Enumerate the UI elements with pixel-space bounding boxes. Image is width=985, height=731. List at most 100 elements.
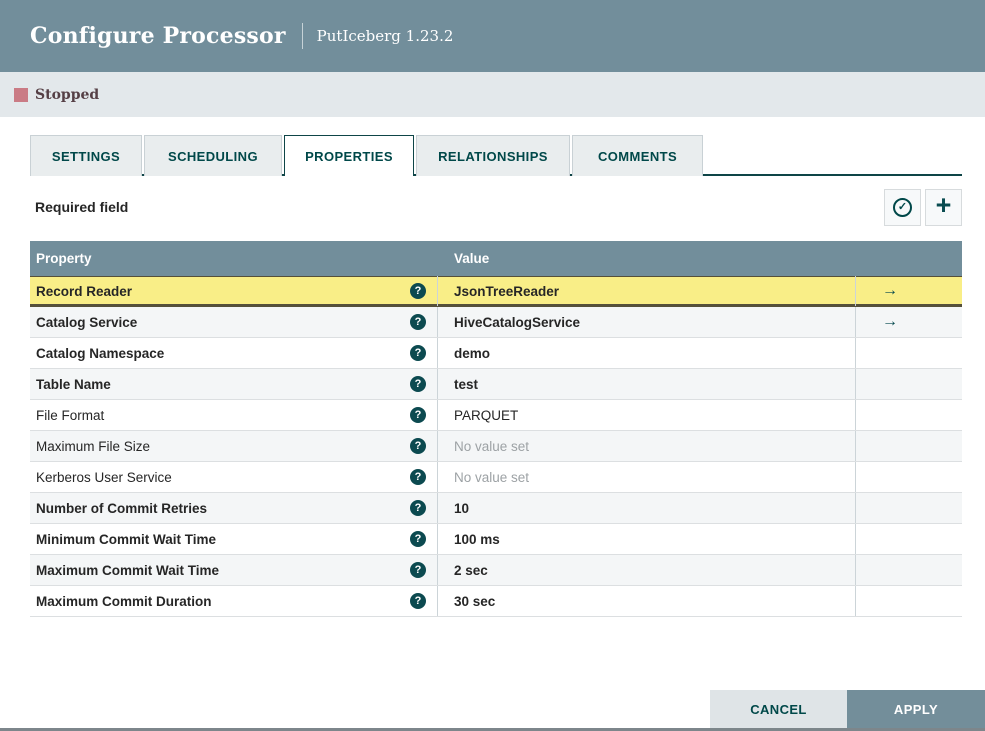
property-value: 10 — [454, 500, 470, 516]
actions-cell: → — [856, 307, 962, 337]
table-row[interactable]: File Format? PARQUET — [30, 400, 962, 431]
property-cell: Catalog Service? — [30, 307, 438, 337]
property-value: 30 sec — [454, 593, 496, 609]
actions-cell — [856, 586, 962, 616]
actions-cell — [856, 400, 962, 430]
property-name: Table Name — [36, 376, 111, 392]
status-bar: Stopped — [0, 72, 985, 117]
value-cell[interactable]: 30 sec — [438, 586, 856, 616]
property-value: PARQUET — [454, 407, 519, 423]
verify-properties-button[interactable]: ✓ — [884, 188, 921, 226]
value-cell[interactable]: PARQUET — [438, 400, 856, 430]
properties-table-body: Record Reader? JsonTreeReader → Catalog Ser… — [30, 276, 962, 617]
configure-processor-dialog: Configure Processor PutIceberg 1.23.2 St… — [0, 0, 985, 731]
table-row[interactable]: Catalog Namespace? demo — [30, 338, 962, 369]
help-icon[interactable]: ? — [410, 562, 426, 578]
actions-cell — [856, 493, 962, 523]
help-icon[interactable]: ? — [410, 593, 426, 609]
value-cell[interactable]: demo — [438, 338, 856, 368]
table-row[interactable]: Maximum Commit Wait Time? 2 sec — [30, 555, 962, 586]
help-icon[interactable]: ? — [410, 407, 426, 423]
actions-cell — [856, 462, 962, 492]
plus-icon: + — [935, 190, 952, 220]
property-cell: Number of Commit Retries? — [30, 493, 438, 523]
title-divider — [301, 23, 303, 49]
column-header-property: Property — [36, 251, 92, 266]
help-icon[interactable]: ? — [410, 283, 426, 299]
property-name: Minimum Commit Wait Time — [36, 531, 217, 547]
table-row[interactable]: Record Reader? JsonTreeReader → — [30, 276, 962, 307]
table-row[interactable]: Minimum Commit Wait Time? 100 ms — [30, 524, 962, 555]
tab-settings[interactable]: SETTINGS — [30, 135, 142, 176]
property-cell: File Format? — [30, 400, 438, 430]
goto-service-icon[interactable]: → — [882, 314, 898, 330]
property-cell: Record Reader? — [30, 276, 438, 306]
value-cell[interactable]: 100 ms — [438, 524, 856, 554]
help-icon[interactable]: ? — [410, 314, 426, 330]
help-icon[interactable]: ? — [410, 438, 426, 454]
property-cell: Maximum Commit Duration? — [30, 586, 438, 616]
property-cell: Kerberos User Service? — [30, 462, 438, 492]
property-name: File Format — [36, 407, 105, 423]
property-cell: Maximum Commit Wait Time? — [30, 555, 438, 585]
property-name: Record Reader — [36, 283, 133, 299]
tab-relationships[interactable]: RELATIONSHIPS — [416, 135, 570, 176]
property-name: Maximum Commit Wait Time — [36, 562, 220, 578]
property-value: test — [454, 376, 479, 392]
table-row[interactable]: Number of Commit Retries? 10 — [30, 493, 962, 524]
value-cell[interactable]: No value set — [438, 431, 856, 461]
table-row[interactable]: Maximum Commit Duration? 30 sec — [30, 586, 962, 617]
help-icon[interactable]: ? — [410, 376, 426, 392]
value-cell[interactable]: JsonTreeReader — [438, 276, 856, 306]
processor-name-version: PutIceberg 1.23.2 — [316, 27, 454, 45]
property-name: Maximum Commit Duration — [36, 593, 212, 609]
toolbar-buttons: ✓ + — [884, 188, 962, 226]
table-row[interactable]: Table Name? test — [30, 369, 962, 400]
table-row[interactable]: Catalog Service? HiveCatalogService → — [30, 307, 962, 338]
property-value: JsonTreeReader — [454, 283, 560, 299]
table-row[interactable]: Maximum File Size? No value set — [30, 431, 962, 462]
property-value: demo — [454, 345, 491, 361]
apply-button[interactable]: APPLY — [847, 690, 985, 728]
help-icon[interactable]: ? — [410, 531, 426, 547]
value-cell[interactable]: HiveCatalogService — [438, 307, 856, 337]
tab-properties[interactable]: PROPERTIES — [284, 135, 414, 178]
property-name: Catalog Namespace — [36, 345, 165, 361]
status-label: Stopped — [35, 86, 100, 103]
dialog-title: Configure Processor — [30, 23, 286, 49]
actions-cell: → — [856, 276, 962, 306]
help-icon[interactable]: ? — [410, 469, 426, 485]
column-header-value: Value — [454, 251, 490, 266]
help-icon[interactable]: ? — [410, 345, 426, 361]
actions-cell — [856, 524, 962, 554]
property-value: 100 ms — [454, 531, 500, 547]
value-cell[interactable]: 10 — [438, 493, 856, 523]
dialog-footer: CANCEL APPLY — [710, 690, 985, 728]
tab-comments[interactable]: COMMENTS — [572, 135, 703, 176]
cancel-button[interactable]: CANCEL — [710, 690, 847, 728]
stopped-state-icon — [14, 87, 28, 102]
table-header: Property Value — [30, 241, 962, 276]
actions-cell — [856, 338, 962, 368]
property-cell: Maximum File Size? — [30, 431, 438, 461]
property-value: No value set — [454, 469, 530, 485]
property-name: Kerberos User Service — [36, 469, 172, 485]
properties-toolbar: Required field ✓ + — [30, 188, 962, 226]
property-value: 2 sec — [454, 562, 488, 578]
property-value: No value set — [454, 438, 530, 454]
value-cell[interactable]: 2 sec — [438, 555, 856, 585]
value-cell[interactable]: test — [438, 369, 856, 399]
property-cell: Minimum Commit Wait Time? — [30, 524, 438, 554]
goto-service-icon[interactable]: → — [882, 283, 898, 299]
actions-cell — [856, 555, 962, 585]
property-value: HiveCatalogService — [454, 314, 581, 330]
help-icon[interactable]: ? — [410, 500, 426, 516]
property-cell: Catalog Namespace? — [30, 338, 438, 368]
add-property-button[interactable]: + — [925, 188, 962, 226]
check-circle-icon: ✓ — [893, 197, 912, 217]
tab-bar: SETTINGS SCHEDULING PROPERTIES RELATIONSHIP… — [30, 135, 962, 178]
required-field-label: Required field — [35, 199, 129, 215]
value-cell[interactable]: No value set — [438, 462, 856, 492]
tab-scheduling[interactable]: SCHEDULING — [144, 135, 282, 176]
table-row[interactable]: Kerberos User Service? No value set — [30, 462, 962, 493]
